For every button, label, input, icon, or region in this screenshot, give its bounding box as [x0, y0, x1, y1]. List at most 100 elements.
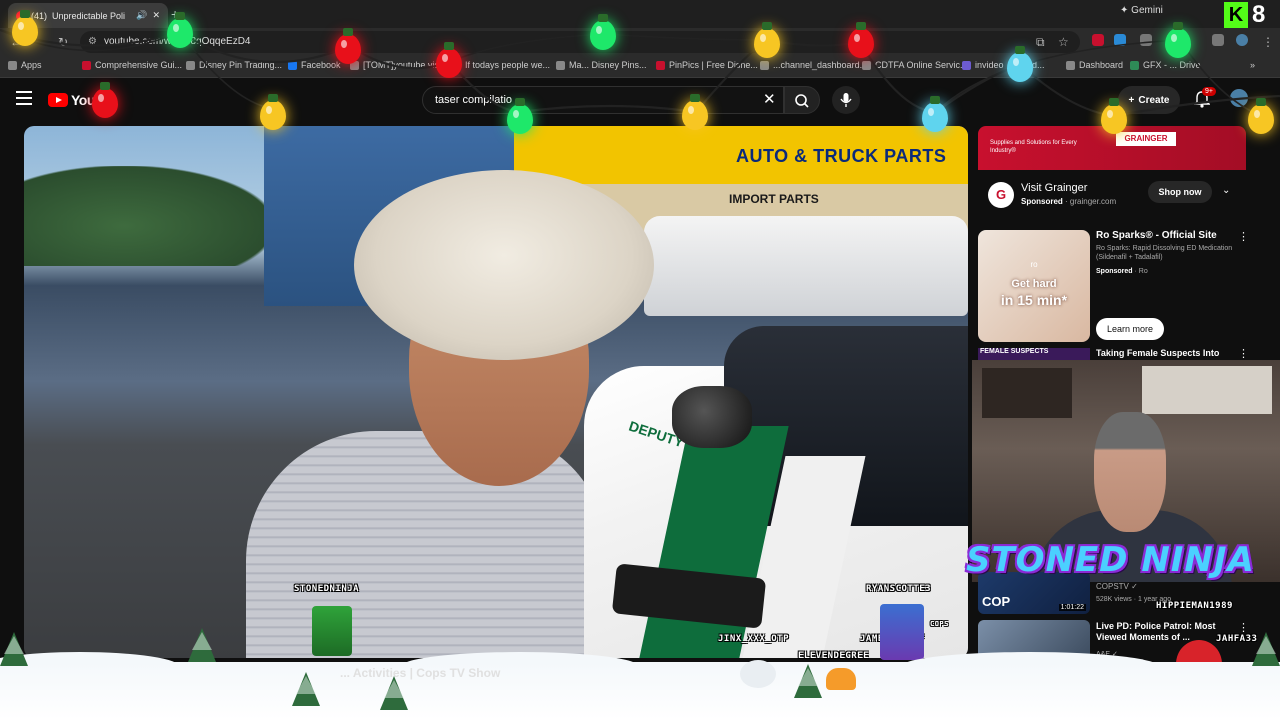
pine-tree-decoration	[188, 628, 216, 662]
bookmark-item[interactable]: invideo	[962, 60, 1004, 70]
light-bulb-yellow-icon	[1248, 98, 1274, 134]
ro-ad-description: Ro Sparks: Rapid Dissolving ED Medicatio…	[1096, 245, 1233, 262]
streamer-name-banner: STONED NINJA	[966, 540, 1255, 580]
bookmark-label: Facebook	[301, 60, 341, 70]
search-button[interactable]	[784, 86, 820, 114]
audio-icon[interactable]: 🔊	[136, 10, 147, 21]
ro-ad-title[interactable]: Ro Sparks® - Official Site	[1096, 230, 1217, 241]
create-label: Create	[1138, 94, 1170, 106]
video-player[interactable]: AUTO & TRUCK PARTS IMPORT PARTS DEPUTY	[24, 126, 968, 658]
more-actions-icon[interactable]: ⋮	[1238, 621, 1249, 634]
microphone-icon	[840, 93, 852, 107]
light-bulb-green-icon	[590, 14, 616, 50]
video-person-shirt	[246, 431, 606, 658]
bookmark-item[interactable]: CDTFA Online Servic...	[862, 60, 968, 70]
verified-icon: ✓	[1131, 582, 1138, 591]
video-person-hat	[354, 170, 654, 360]
grainger-g-icon: G	[988, 182, 1014, 208]
ro-thumb-line2: in 15 min*	[1000, 292, 1068, 308]
light-bulb-red-icon	[335, 28, 361, 64]
learn-more-button[interactable]: Learn more	[1096, 318, 1164, 340]
reload-icon[interactable]: ↻	[58, 35, 68, 49]
bookmark-item[interactable]: Facebook	[288, 60, 341, 70]
overlay-avatar-sprite	[880, 604, 924, 660]
favicon-icon	[556, 60, 565, 70]
clear-search-icon[interactable]: ✕	[763, 90, 776, 108]
bookmark-label: PinPics | Free Disne...	[669, 60, 758, 70]
ad-domain: · grainger.com	[1065, 197, 1117, 206]
chevron-down-icon[interactable]: ⌄	[1222, 185, 1230, 196]
ro-ad-thumbnail[interactable]: ro Get hard in 15 min*	[978, 230, 1090, 342]
extension-icon[interactable]	[1114, 34, 1126, 46]
account-avatar[interactable]	[1230, 89, 1248, 107]
media-icon[interactable]	[1212, 34, 1224, 46]
light-bulb-yellow-icon	[754, 22, 780, 58]
create-button[interactable]: + Create	[1118, 86, 1180, 114]
pine-tree-decoration	[1252, 632, 1280, 666]
bookmark-label: [TOMT]youtube vid...	[363, 60, 447, 70]
bookmark-item[interactable]: Dashboard	[1066, 60, 1123, 70]
bookmark-item[interactable]: If todays people we...	[452, 60, 550, 70]
bookmark-label: ...channel_dashboard...	[773, 60, 868, 70]
video-parked-trucks	[644, 216, 968, 316]
overlay-viewer-name: COPS	[930, 620, 949, 628]
video-store-sign: AUTO & TRUCK PARTS	[736, 146, 947, 166]
video-trees	[24, 166, 274, 266]
more-actions-icon[interactable]: ⋮	[1238, 347, 1249, 360]
hamburger-menu-icon[interactable]	[16, 91, 32, 105]
close-tab-icon[interactable]: ✕	[152, 10, 160, 21]
bookmark-item[interactable]: GFX - ... Drive	[1130, 60, 1201, 70]
sponsored-label: Sponsored	[1021, 197, 1063, 206]
url-field[interactable]: ⚙ youtube.com/w...=n8qOqqeEzD4	[80, 31, 1080, 53]
extensions-puzzle-icon[interactable]	[1140, 34, 1152, 46]
gemini-button[interactable]: ✦ Gemini	[1120, 5, 1163, 16]
bookmark-item[interactable]: Apps	[8, 60, 42, 70]
ro-thumb-brand: ro	[1030, 260, 1038, 269]
light-bulb-yellow-icon	[1101, 98, 1127, 134]
bookmark-item[interactable]: Comprehensive Gui...	[82, 60, 182, 70]
sponsored-label: Sponsored	[1096, 268, 1133, 275]
video-thumbnail-label: FEMALE SUSPECTS	[978, 348, 1090, 360]
favicon-icon	[1130, 60, 1139, 70]
ad-meta: Sponsored · grainger.com	[1021, 197, 1116, 206]
light-bulb-green-icon	[507, 98, 533, 134]
bookmark-item[interactable]: Disney Pin Trading...	[186, 60, 282, 70]
menu-kebab-icon[interactable]: ⋮	[1262, 35, 1274, 49]
ro-ad-meta: Sponsored · Ro	[1096, 268, 1148, 275]
light-bulb-green-icon	[167, 12, 193, 48]
youtube-play-icon	[48, 93, 68, 107]
pine-tree-decoration	[380, 676, 408, 710]
video-title[interactable]: Live PD: Police Patrol: Most Viewed Mome…	[1096, 621, 1226, 644]
extension-icon[interactable]	[1092, 34, 1104, 46]
video-title[interactable]: Taking Female Suspects Into	[1096, 348, 1219, 358]
snow-overlay	[0, 662, 1280, 720]
favicon-icon	[82, 60, 91, 70]
bookmark-item[interactable]: [TOMT]youtube vid...	[350, 60, 447, 70]
shop-now-button[interactable]: Shop now	[1148, 181, 1212, 203]
bookmark-star-icon[interactable]: ☆	[1058, 35, 1069, 49]
grainger-logo: GRAINGER	[1116, 132, 1176, 146]
more-actions-icon[interactable]: ⋮	[1238, 230, 1249, 243]
bookmark-item[interactable]: PinPics | Free Disne...	[656, 60, 758, 70]
bookmark-label: Apps	[21, 60, 42, 70]
plus-icon: +	[1128, 94, 1135, 106]
ad-banner-text: Supplies and Solutions for Every Industr…	[990, 140, 1077, 154]
light-bulb-yellow-icon	[12, 10, 38, 46]
overlay-viewer-name: JINX_XXX_OTP	[718, 634, 790, 644]
ad-title: Visit Grainger	[1021, 182, 1088, 194]
search-input[interactable]: taser compilatio	[422, 86, 784, 114]
light-bulb-blue-icon	[1007, 46, 1033, 82]
bookmarks-bar: Apps Comprehensive Gui... Disney Pin Tra…	[0, 56, 1280, 78]
notification-count-badge: 9+	[1202, 87, 1216, 96]
bookmark-item[interactable]: ...channel_dashboard...	[760, 60, 867, 70]
voice-search-button[interactable]	[832, 86, 860, 114]
channel-name[interactable]: COPSTV ✓	[1096, 582, 1138, 591]
site-info-icon[interactable]: ⚙	[88, 31, 97, 53]
install-icon[interactable]: ⧉	[1036, 35, 1045, 50]
light-bulb-yellow-icon	[260, 94, 286, 130]
more-bookmarks-icon[interactable]: »	[1250, 60, 1255, 70]
video-title-caption: ... Activities | Cops TV Show	[340, 666, 501, 680]
profile-icon[interactable]	[1236, 34, 1248, 46]
light-bulb-red-icon	[436, 42, 462, 78]
bookmark-item[interactable]: Ma... Disney Pins...	[556, 60, 647, 70]
